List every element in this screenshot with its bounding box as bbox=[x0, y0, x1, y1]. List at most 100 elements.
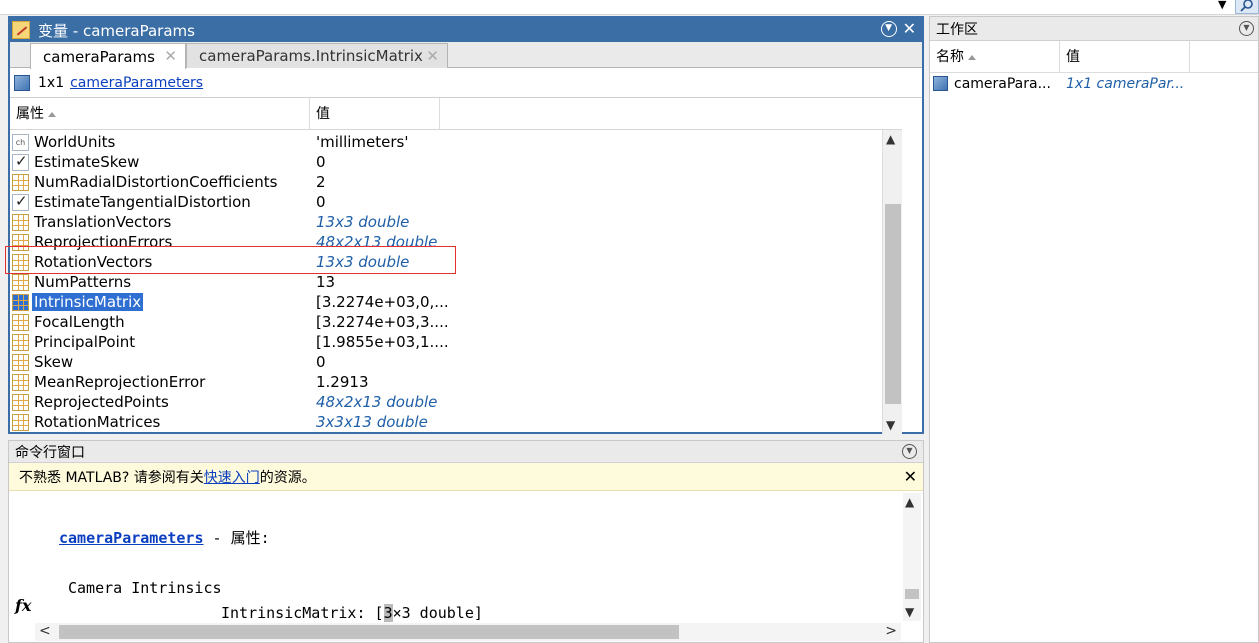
table-row[interactable]: NumRadialDistortionCoefficients 2 bbox=[10, 172, 902, 192]
scroll-thumb[interactable] bbox=[905, 589, 919, 599]
notice-suffix: 的资源。 bbox=[259, 469, 316, 486]
checkbox-icon bbox=[12, 192, 29, 211]
table-rows: chWorldUnits'millimeters'EstimateSkew0Nu… bbox=[10, 132, 902, 432]
property-name: RotationVectors bbox=[34, 253, 153, 271]
property-name: PrincipalPoint bbox=[34, 333, 136, 351]
property-value[interactable]: 13x3 double bbox=[316, 253, 409, 271]
workspace-titlebar: 工作区 ▼ bbox=[930, 17, 1258, 41]
table-row[interactable]: RotationVectors 13x3 double bbox=[10, 252, 902, 272]
command-window-titlebar: 命令行窗口 ▼ bbox=[9, 441, 923, 463]
class-link[interactable]: cameraParameters bbox=[59, 529, 204, 547]
scroll-thumb[interactable] bbox=[59, 625, 679, 639]
property-value: [3.2274e+03,3.... bbox=[316, 313, 449, 331]
property-name: FocalLength bbox=[34, 313, 125, 331]
variable-editor-titlebar: 变量 - cameraParams ▼ ✕ bbox=[10, 18, 922, 42]
command-output[interactable]: cameraParameters - 属性: Camera Intrinsics… bbox=[9, 493, 901, 625]
scroll-left-icon[interactable]: < bbox=[39, 623, 51, 639]
variable-editor-panel: 变量 - cameraParams ▼ ✕ cameraParams ✕ cam… bbox=[5, 16, 924, 434]
table-row[interactable]: EstimateTangentialDistortion 0 bbox=[10, 192, 902, 212]
grid-icon bbox=[12, 373, 29, 391]
scroll-up-icon[interactable]: ▲ bbox=[886, 132, 895, 146]
scroll-down-icon[interactable]: ▼ bbox=[905, 605, 914, 619]
command-vertical-scrollbar[interactable]: ▲ ▼ bbox=[903, 493, 921, 621]
panel-actions-button[interactable]: ▼ bbox=[1239, 21, 1254, 36]
output-line-intrinsic: IntrinsicMatrix: [3×3 double] bbox=[221, 604, 483, 622]
char-icon: ch bbox=[12, 133, 29, 151]
property-value: 'millimeters' bbox=[316, 133, 409, 151]
property-name: ReprojectionErrors bbox=[34, 233, 173, 251]
scroll-thumb[interactable] bbox=[885, 204, 901, 404]
property-name: MeanReprojectionError bbox=[34, 373, 206, 391]
scroll-up-icon[interactable]: ▲ bbox=[905, 495, 914, 509]
grid-icon bbox=[12, 293, 29, 311]
table-row[interactable]: ch WorldUnits 'millimeters' bbox=[10, 132, 902, 152]
column-header-name[interactable]: 属性 bbox=[10, 98, 310, 130]
close-tab-icon[interactable]: ✕ bbox=[426, 47, 439, 65]
quick-start-link[interactable]: 快速入门 bbox=[204, 467, 260, 487]
grid-icon bbox=[12, 233, 29, 251]
tab-cameraParams[interactable]: cameraParams ✕ bbox=[30, 43, 186, 69]
variable-info-bar: 1x1 cameraParameters bbox=[10, 68, 922, 98]
property-name: NumRadialDistortionCoefficients bbox=[34, 173, 278, 191]
workspace-variable-row[interactable]: cameraPara... 1x1 cameraPar... bbox=[930, 73, 1258, 95]
property-value[interactable]: 13x3 double bbox=[316, 213, 409, 231]
object-cube-icon bbox=[933, 76, 948, 91]
property-table: 属性 值 ch WorldUnits 'millimeters'EstimateSk… bbox=[5, 98, 902, 434]
output-line-section: Camera Intrinsics bbox=[68, 579, 222, 597]
scroll-down-icon[interactable]: ▼ bbox=[886, 418, 895, 432]
table-row[interactable]: FocalLength [3.2274e+03,3.... bbox=[10, 312, 902, 332]
variable-value: 1x1 cameraPar... bbox=[1066, 76, 1185, 92]
close-tab-icon[interactable]: ✕ bbox=[164, 47, 177, 65]
column-header-value[interactable]: 值 bbox=[1060, 41, 1190, 73]
table-row[interactable]: PrincipalPoint [1.9855e+03,1.... bbox=[10, 332, 902, 352]
column-header-name[interactable]: 名称 bbox=[930, 41, 1060, 73]
command-horizontal-scrollbar[interactable]: < > bbox=[35, 623, 901, 641]
property-value[interactable]: 3x3x13 double bbox=[316, 413, 428, 431]
table-row[interactable]: IntrinsicMatrix [3.2274e+03,0,... bbox=[10, 292, 902, 312]
property-name: IntrinsicMatrix bbox=[32, 293, 144, 311]
property-value: [1.9855e+03,1.... bbox=[316, 333, 449, 351]
function-browser-icon[interactable]: fx bbox=[15, 596, 31, 615]
table-row[interactable]: RotationMatrices 3x3x13 double bbox=[10, 412, 902, 432]
property-value: 1.2913 bbox=[316, 373, 369, 391]
column-header-value[interactable]: 值 bbox=[310, 98, 440, 130]
close-notice-icon[interactable]: ✕ bbox=[904, 467, 917, 486]
table-row[interactable]: NumPatterns 13 bbox=[10, 272, 902, 292]
sort-ascending-icon bbox=[48, 111, 56, 117]
property-value[interactable]: 48x2x13 double bbox=[316, 393, 437, 411]
panel-actions-button[interactable]: ▼ bbox=[902, 444, 917, 459]
variable-tabs: cameraParams ✕ cameraParams.IntrinsicMat… bbox=[10, 42, 922, 69]
tab-intrinsic-matrix[interactable]: cameraParams.IntrinsicMatrix ✕ bbox=[186, 43, 448, 68]
sort-ascending-icon bbox=[968, 54, 976, 60]
top-toolbar-strip: ▼ bbox=[0, 0, 1259, 15]
matlab-window: ▼ 变量 - cameraParams ▼ ✕ cameraParams ✕ c… bbox=[0, 0, 1259, 643]
scroll-right-icon[interactable]: > bbox=[885, 623, 897, 639]
property-value: 0 bbox=[316, 193, 326, 211]
grid-icon bbox=[12, 393, 29, 411]
output-text: - 属性: bbox=[203, 529, 270, 547]
table-row[interactable]: MeanReprojectionError 1.2913 bbox=[10, 372, 902, 392]
property-value: 0 bbox=[316, 353, 326, 371]
tab-label: cameraParams.IntrinsicMatrix bbox=[199, 47, 423, 65]
command-window-panel: 命令行窗口 ▼ 不熟悉 MATLAB? 请参阅有关 快速入门 的资源。 ✕ came… bbox=[8, 440, 924, 643]
table-row[interactable]: ReprojectionErrors 48x2x13 double bbox=[10, 232, 902, 252]
property-name: TranslationVectors bbox=[34, 213, 172, 231]
panel-actions-button[interactable]: ▼ bbox=[880, 21, 897, 37]
property-value: 0 bbox=[316, 153, 326, 171]
property-value: 13 bbox=[316, 273, 336, 291]
close-panel-button[interactable]: ✕ bbox=[903, 21, 916, 37]
table-row[interactable]: Skew 0 bbox=[10, 352, 902, 372]
table-row[interactable]: ReprojectedPoints 48x2x13 double bbox=[10, 392, 902, 412]
notice-prefix: 不熟悉 MATLAB? 请参阅有关 bbox=[19, 469, 204, 486]
chevron-down-icon[interactable]: ▼ bbox=[1218, 0, 1226, 11]
property-name: Skew bbox=[34, 353, 74, 371]
search-button[interactable] bbox=[1235, 0, 1259, 14]
class-link[interactable]: cameraParameters bbox=[70, 75, 203, 91]
vertical-scrollbar[interactable]: ▲ ▼ bbox=[882, 130, 902, 434]
table-row[interactable]: EstimateSkew 0 bbox=[10, 152, 902, 172]
table-row[interactable]: TranslationVectors 13x3 double bbox=[10, 212, 902, 232]
property-name: WorldUnits bbox=[34, 133, 116, 151]
search-icon bbox=[1240, 0, 1253, 12]
property-value[interactable]: 48x2x13 double bbox=[316, 233, 437, 251]
grid-icon bbox=[12, 213, 29, 231]
